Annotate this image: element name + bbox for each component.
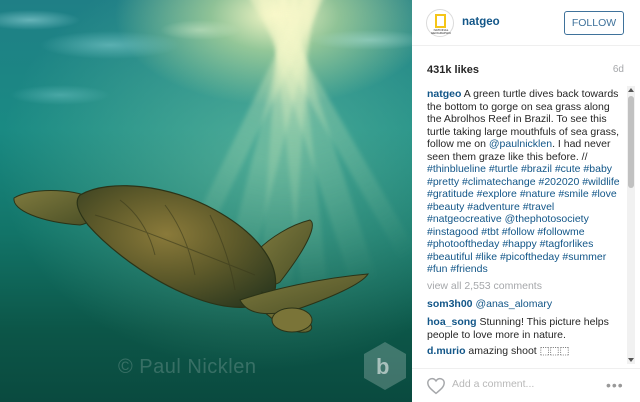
post-footer: ••• xyxy=(412,368,640,402)
caption-mention[interactable]: @paulnicklen xyxy=(489,138,552,150)
username-link[interactable]: natgeo xyxy=(462,16,500,28)
caption-username[interactable]: natgeo xyxy=(427,88,461,100)
post-header: NATIONAL GEOGRAPHIC natgeo FOLLOW xyxy=(412,0,640,46)
photo-watermark: © Paul Nicklen xyxy=(118,356,257,378)
scrollbar-thumb[interactable] xyxy=(628,96,634,188)
comments-scrollbar[interactable] xyxy=(627,86,635,364)
heart-icon[interactable] xyxy=(426,377,446,395)
comment-item: som3h00 @anas_alomary xyxy=(427,298,627,311)
avatar-text: NATIONAL GEOGRAPHIC xyxy=(430,28,452,35)
scroll-up-icon[interactable] xyxy=(628,88,634,92)
comment-username[interactable]: som3h00 xyxy=(427,298,473,310)
natgeo-logo-icon xyxy=(435,14,446,28)
likes-count[interactable]: 431k likes xyxy=(427,64,479,76)
post-age[interactable]: 6d xyxy=(613,64,624,75)
caption-hashtags[interactable]: #thinblueline #turtle #brazil #cute #bab… xyxy=(427,163,620,275)
comments-list[interactable]: natgeo A green turtle dives back towards… xyxy=(412,86,640,364)
post-photo[interactable]: © Paul Nicklen b xyxy=(0,0,412,402)
comment-text: amazing shoot xyxy=(465,345,540,357)
more-options-button[interactable]: ••• xyxy=(606,377,624,393)
svg-text:b: b xyxy=(376,354,389,379)
sea-turtle xyxy=(13,185,369,333)
comment-emoji: ⬚⬚⬚ xyxy=(539,345,570,357)
avatar[interactable]: NATIONAL GEOGRAPHIC xyxy=(426,9,454,37)
scroll-down-icon[interactable] xyxy=(628,358,634,362)
view-all-comments-link[interactable]: view all 2,553 comments xyxy=(427,280,627,293)
comment-item: hoa_song Stunning! This picture helps pe… xyxy=(427,316,627,341)
follow-button[interactable]: FOLLOW xyxy=(564,11,624,35)
comment-item: d.murio amazing shoot ⬚⬚⬚ xyxy=(427,345,627,358)
caption: natgeo A green turtle dives back towards… xyxy=(427,88,627,276)
badge-icon: b xyxy=(364,342,406,390)
comment-mention[interactable]: @anas_alomary xyxy=(475,298,552,310)
add-comment-input[interactable] xyxy=(452,378,602,390)
comment-username[interactable]: hoa_song xyxy=(427,316,477,328)
post-side-panel: NATIONAL GEOGRAPHIC natgeo FOLLOW 431k l… xyxy=(412,0,640,402)
comment-username[interactable]: d.murio xyxy=(427,345,466,357)
